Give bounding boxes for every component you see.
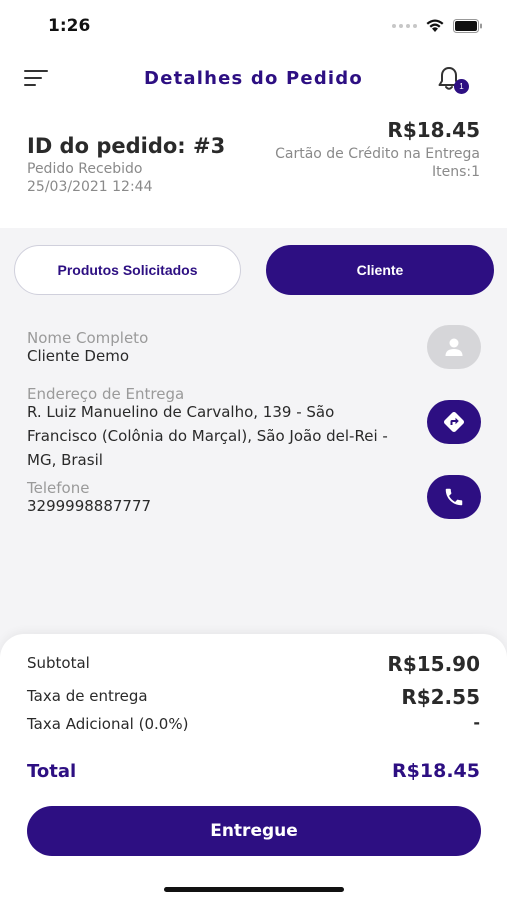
subtotal-label: Subtotal [27, 654, 90, 672]
order-items-count: Itens:1 [431, 164, 480, 180]
notifications-button[interactable]: 1 [437, 66, 469, 94]
notification-badge: 1 [454, 79, 469, 94]
battery-icon [453, 18, 482, 33]
wifi-icon [426, 19, 444, 32]
page-title: Detalhes do Pedido [144, 68, 363, 89]
delivery-fee-label: Taxa de entrega [27, 687, 148, 705]
delivery-fee-value: R$2.55 [401, 685, 480, 709]
app-header: Detalhes do Pedido 1 [0, 56, 507, 104]
status-time: 1:26 [48, 16, 91, 36]
client-name: Cliente Demo [27, 347, 129, 365]
status-icons [392, 18, 483, 33]
tab-products[interactable]: Produtos Solicitados [14, 245, 241, 295]
order-summary-card: ID do pedido: #3 Pedido Recebido 25/03/2… [0, 104, 507, 228]
extra-fee-label: Taxa Adicional (0.0%) [27, 715, 189, 733]
payment-method: Cartão de Crédito na Entrega [275, 146, 480, 162]
order-total: R$18.45 [387, 118, 480, 142]
order-details-screen: 1:26 Detalhes do Pedido 1 ID do pedido: … [0, 0, 507, 900]
tab-client[interactable]: Cliente [266, 245, 494, 295]
order-status: Pedido Recebido [27, 161, 143, 177]
directions-button[interactable] [427, 400, 481, 444]
extra-fee-value: - [473, 713, 480, 732]
client-avatar [427, 325, 481, 369]
phone-icon [445, 488, 463, 506]
order-totals-sheet: Subtotal R$15.90 Taxa de entrega R$2.55 … [0, 634, 507, 900]
delivered-button[interactable]: Entregue [27, 806, 481, 856]
status-bar: 1:26 [0, 0, 507, 56]
total-value: R$18.45 [392, 760, 480, 782]
client-phone: 3299998887777 [27, 497, 152, 515]
delivery-address: R. Luiz Manuelino de Carvalho, 139 - São… [27, 403, 388, 469]
order-date: 25/03/2021 12:44 [27, 179, 153, 195]
order-id: ID do pedido: #3 [27, 134, 226, 158]
total-label: Total [27, 761, 77, 782]
cellular-signal-icon [392, 23, 417, 28]
user-icon [445, 338, 463, 356]
directions-icon [444, 412, 464, 432]
subtotal-value: R$15.90 [387, 652, 480, 676]
call-button[interactable] [427, 475, 481, 519]
home-indicator [164, 887, 344, 892]
